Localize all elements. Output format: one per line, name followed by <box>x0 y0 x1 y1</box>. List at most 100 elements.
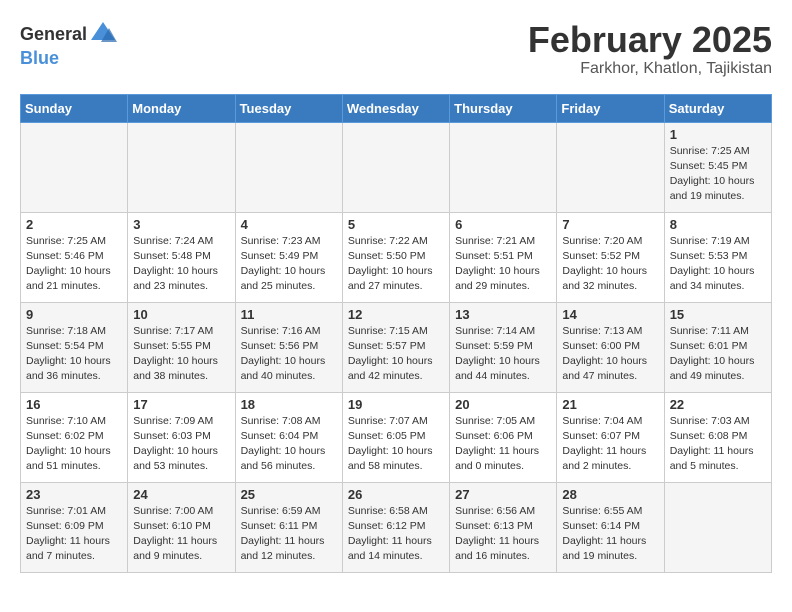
day-number: 1 <box>670 127 766 142</box>
calendar-week-row: 23 Sunrise: 7:01 AM Sunset: 6:09 PM Dayli… <box>21 482 772 572</box>
day-number: 6 <box>455 217 551 232</box>
calendar-cell: 2 Sunrise: 7:25 AM Sunset: 5:46 PM Daylig… <box>21 212 128 302</box>
calendar-cell: 14 Sunrise: 7:13 AM Sunset: 6:00 PM Dayli… <box>557 302 664 392</box>
calendar-cell: 15 Sunrise: 7:11 AM Sunset: 6:01 PM Dayli… <box>664 302 771 392</box>
calendar-week-row: 1 Sunrise: 7:25 AM Sunset: 5:45 PM Daylig… <box>21 122 772 212</box>
calendar-cell: 21 Sunrise: 7:04 AM Sunset: 6:07 PM Dayli… <box>557 392 664 482</box>
day-number: 5 <box>348 217 444 232</box>
day-number: 17 <box>133 397 229 412</box>
header-day: Saturday <box>664 94 771 122</box>
calendar-cell: 5 Sunrise: 7:22 AM Sunset: 5:50 PM Daylig… <box>342 212 449 302</box>
header-day: Friday <box>557 94 664 122</box>
calendar-cell: 9 Sunrise: 7:18 AM Sunset: 5:54 PM Daylig… <box>21 302 128 392</box>
header-day: Tuesday <box>235 94 342 122</box>
calendar-cell: 20 Sunrise: 7:05 AM Sunset: 6:06 PM Dayli… <box>450 392 557 482</box>
calendar-cell <box>450 122 557 212</box>
calendar-cell: 18 Sunrise: 7:08 AM Sunset: 6:04 PM Dayli… <box>235 392 342 482</box>
day-number: 19 <box>348 397 444 412</box>
calendar-cell <box>664 482 771 572</box>
calendar-cell: 8 Sunrise: 7:19 AM Sunset: 5:53 PM Daylig… <box>664 212 771 302</box>
header-day: Wednesday <box>342 94 449 122</box>
calendar-cell <box>342 122 449 212</box>
header-day: Sunday <box>21 94 128 122</box>
day-info: Sunrise: 7:16 AM Sunset: 5:56 PM Dayligh… <box>241 324 337 385</box>
day-info: Sunrise: 7:07 AM Sunset: 6:05 PM Dayligh… <box>348 414 444 475</box>
day-number: 13 <box>455 307 551 322</box>
calendar-cell: 22Sunrise: 7:03 AM Sunset: 6:08 PM Dayli… <box>664 392 771 482</box>
day-info: Sunrise: 7:18 AM Sunset: 5:54 PM Dayligh… <box>26 324 122 385</box>
logo-general-text: General <box>20 24 87 45</box>
day-info: Sunrise: 6:56 AM Sunset: 6:13 PM Dayligh… <box>455 504 551 565</box>
day-number: 25 <box>241 487 337 502</box>
day-number: 14 <box>562 307 658 322</box>
calendar-cell: 27 Sunrise: 6:56 AM Sunset: 6:13 PM Dayli… <box>450 482 557 572</box>
day-info: Sunrise: 7:13 AM Sunset: 6:00 PM Dayligh… <box>562 324 658 385</box>
day-info: Sunrise: 7:24 AM Sunset: 5:48 PM Dayligh… <box>133 234 229 295</box>
day-info: Sunrise: 7:20 AM Sunset: 5:52 PM Dayligh… <box>562 234 658 295</box>
day-info: Sunrise: 7:08 AM Sunset: 6:04 PM Dayligh… <box>241 414 337 475</box>
calendar-cell: 10Sunrise: 7:17 AM Sunset: 5:55 PM Dayli… <box>128 302 235 392</box>
day-number: 16 <box>26 397 122 412</box>
day-info: Sunrise: 7:23 AM Sunset: 5:49 PM Dayligh… <box>241 234 337 295</box>
day-info: Sunrise: 7:04 AM Sunset: 6:07 PM Dayligh… <box>562 414 658 475</box>
title-area: February 2025 Farkhor, Khatlon, Tajikist… <box>528 20 772 78</box>
day-number: 11 <box>241 307 337 322</box>
calendar-cell: 24 Sunrise: 7:00 AM Sunset: 6:10 PM Dayli… <box>128 482 235 572</box>
day-info: Sunrise: 7:15 AM Sunset: 5:57 PM Dayligh… <box>348 324 444 385</box>
day-number: 15 <box>670 307 766 322</box>
calendar-cell: 23 Sunrise: 7:01 AM Sunset: 6:09 PM Dayli… <box>21 482 128 572</box>
day-number: 4 <box>241 217 337 232</box>
day-number: 3 <box>133 217 229 232</box>
day-info: Sunrise: 7:00 AM Sunset: 6:10 PM Dayligh… <box>133 504 229 565</box>
day-info: Sunrise: 7:17 AM Sunset: 5:55 PM Dayligh… <box>133 324 229 385</box>
calendar-title: February 2025 <box>528 20 772 60</box>
calendar-cell: 3 Sunrise: 7:24 AM Sunset: 5:48 PM Daylig… <box>128 212 235 302</box>
calendar-cell <box>235 122 342 212</box>
day-number: 26 <box>348 487 444 502</box>
calendar-week-row: 16Sunrise: 7:10 AM Sunset: 6:02 PM Dayli… <box>21 392 772 482</box>
day-number: 7 <box>562 217 658 232</box>
day-info: Sunrise: 7:25 AM Sunset: 5:46 PM Dayligh… <box>26 234 122 295</box>
day-info: Sunrise: 7:11 AM Sunset: 6:01 PM Dayligh… <box>670 324 766 385</box>
calendar-cell <box>128 122 235 212</box>
calendar-cell: 6 Sunrise: 7:21 AM Sunset: 5:51 PM Daylig… <box>450 212 557 302</box>
calendar-cell <box>21 122 128 212</box>
day-info: Sunrise: 6:55 AM Sunset: 6:14 PM Dayligh… <box>562 504 658 565</box>
day-number: 9 <box>26 307 122 322</box>
calendar-week-row: 2 Sunrise: 7:25 AM Sunset: 5:46 PM Daylig… <box>21 212 772 302</box>
day-number: 23 <box>26 487 122 502</box>
day-info: Sunrise: 6:58 AM Sunset: 6:12 PM Dayligh… <box>348 504 444 565</box>
day-number: 18 <box>241 397 337 412</box>
calendar-table: SundayMondayTuesdayWednesdayThursdayFrid… <box>20 94 772 573</box>
day-number: 12 <box>348 307 444 322</box>
day-info: Sunrise: 7:22 AM Sunset: 5:50 PM Dayligh… <box>348 234 444 295</box>
calendar-cell: 28 Sunrise: 6:55 AM Sunset: 6:14 PM Dayli… <box>557 482 664 572</box>
day-number: 8 <box>670 217 766 232</box>
day-number: 20 <box>455 397 551 412</box>
day-info: Sunrise: 7:03 AM Sunset: 6:08 PM Dayligh… <box>670 414 766 475</box>
day-info: Sunrise: 7:05 AM Sunset: 6:06 PM Dayligh… <box>455 414 551 475</box>
calendar-cell <box>557 122 664 212</box>
calendar-cell: 16Sunrise: 7:10 AM Sunset: 6:02 PM Dayli… <box>21 392 128 482</box>
day-info: Sunrise: 7:21 AM Sunset: 5:51 PM Dayligh… <box>455 234 551 295</box>
logo-blue-text: Blue <box>20 48 59 68</box>
calendar-cell: 7 Sunrise: 7:20 AM Sunset: 5:52 PM Daylig… <box>557 212 664 302</box>
calendar-subtitle: Farkhor, Khatlon, Tajikistan <box>528 60 772 78</box>
calendar-cell: 25 Sunrise: 6:59 AM Sunset: 6:11 PM Dayli… <box>235 482 342 572</box>
day-info: Sunrise: 6:59 AM Sunset: 6:11 PM Dayligh… <box>241 504 337 565</box>
day-number: 21 <box>562 397 658 412</box>
header: General Blue February 2025 Farkhor, Khat… <box>20 20 772 78</box>
day-number: 28 <box>562 487 658 502</box>
day-info: Sunrise: 7:01 AM Sunset: 6:09 PM Dayligh… <box>26 504 122 565</box>
day-number: 27 <box>455 487 551 502</box>
day-info: Sunrise: 7:25 AM Sunset: 5:45 PM Dayligh… <box>670 144 766 205</box>
logo: General Blue <box>20 20 117 69</box>
day-info: Sunrise: 7:19 AM Sunset: 5:53 PM Dayligh… <box>670 234 766 295</box>
day-number: 24 <box>133 487 229 502</box>
calendar-week-row: 9 Sunrise: 7:18 AM Sunset: 5:54 PM Daylig… <box>21 302 772 392</box>
logo-icon <box>89 20 117 48</box>
day-number: 2 <box>26 217 122 232</box>
calendar-cell: 26 Sunrise: 6:58 AM Sunset: 6:12 PM Dayli… <box>342 482 449 572</box>
calendar-header-row: SundayMondayTuesdayWednesdayThursdayFrid… <box>21 94 772 122</box>
day-info: Sunrise: 7:14 AM Sunset: 5:59 PM Dayligh… <box>455 324 551 385</box>
